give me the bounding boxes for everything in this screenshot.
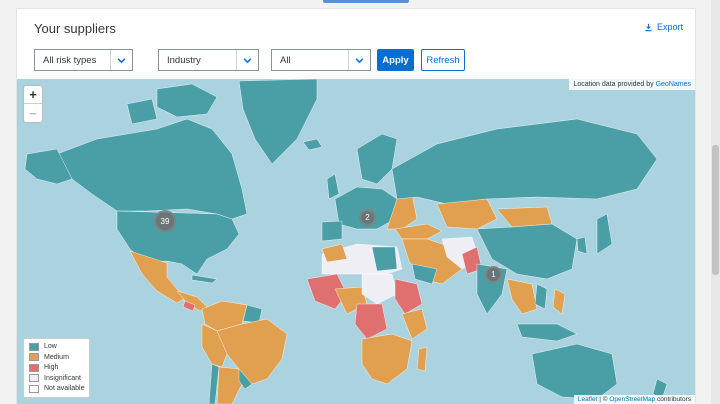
world-map[interactable]: Location data provided by GeoNames + − 3…: [17, 79, 695, 404]
download-icon: [645, 23, 652, 31]
attribution-suffix: contributors: [655, 396, 691, 403]
card-title: Your suppliers: [34, 21, 116, 36]
scope-select[interactable]: All: [271, 49, 371, 71]
scrollbar-thumb[interactable]: [712, 145, 719, 275]
refresh-button[interactable]: Refresh: [421, 49, 465, 71]
cluster-marker[interactable]: 1: [485, 266, 502, 283]
export-button[interactable]: Export: [644, 22, 683, 32]
attribution-prefix: Location data provided by: [573, 81, 654, 88]
legend-swatch-medium: [29, 353, 39, 362]
geonames-link[interactable]: GeoNames: [656, 81, 691, 88]
zoom-in-button[interactable]: +: [24, 86, 42, 104]
active-tab-indicator[interactable]: [323, 0, 409, 3]
legend-label: Low: [44, 343, 57, 351]
legend-swatch-low: [29, 342, 39, 351]
chevron-down-icon[interactable]: [348, 50, 370, 70]
category-value: Industry: [167, 54, 201, 66]
export-label: Export: [656, 22, 683, 32]
page: Your suppliers Export All risk types Ind…: [0, 0, 720, 404]
attribution-geonames: Location data provided by GeoNames: [569, 79, 695, 90]
legend-item: High: [29, 363, 84, 374]
risk-type-select[interactable]: All risk types: [34, 49, 133, 71]
legend-label: High: [44, 364, 59, 372]
suppliers-card: Your suppliers Export All risk types Ind…: [16, 8, 696, 404]
legend-swatch-not-available: [29, 384, 39, 393]
scope-value: All: [280, 54, 291, 66]
category-select[interactable]: Industry: [158, 49, 259, 71]
attribution-separator: | ©: [597, 396, 610, 403]
legend-item: Low: [29, 342, 84, 353]
legend-swatch-insignificant: [29, 374, 39, 383]
legend-item: Medium: [29, 352, 84, 363]
risk-legend: Low Medium High Insignificant Not availa…: [23, 337, 91, 398]
cluster-marker[interactable]: 2: [359, 209, 376, 226]
legend-label: Medium: [44, 353, 69, 361]
legend-item: Not available: [29, 384, 84, 395]
chevron-down-icon[interactable]: [110, 50, 132, 70]
legend-label: Not available: [44, 385, 85, 393]
legend-item: Insignificant: [29, 373, 84, 384]
zoom-control: + −: [23, 85, 43, 123]
zoom-out-button[interactable]: −: [24, 104, 42, 122]
cluster-marker[interactable]: 39: [154, 210, 176, 232]
world-map-shapes: [24, 79, 668, 404]
openstreetmap-link[interactable]: OpenStreetMap: [609, 396, 655, 403]
leaflet-link[interactable]: Leaflet: [578, 396, 598, 403]
chevron-down-icon[interactable]: [236, 50, 258, 70]
page-scrollbar[interactable]: [711, 0, 720, 404]
legend-swatch-high: [29, 363, 39, 372]
legend-label: Insignificant: [44, 374, 81, 382]
risk-type-value: All risk types: [43, 54, 97, 66]
attribution-leaflet: Leaflet | © OpenStreetMap contributors: [573, 395, 695, 404]
apply-button[interactable]: Apply: [377, 49, 414, 71]
